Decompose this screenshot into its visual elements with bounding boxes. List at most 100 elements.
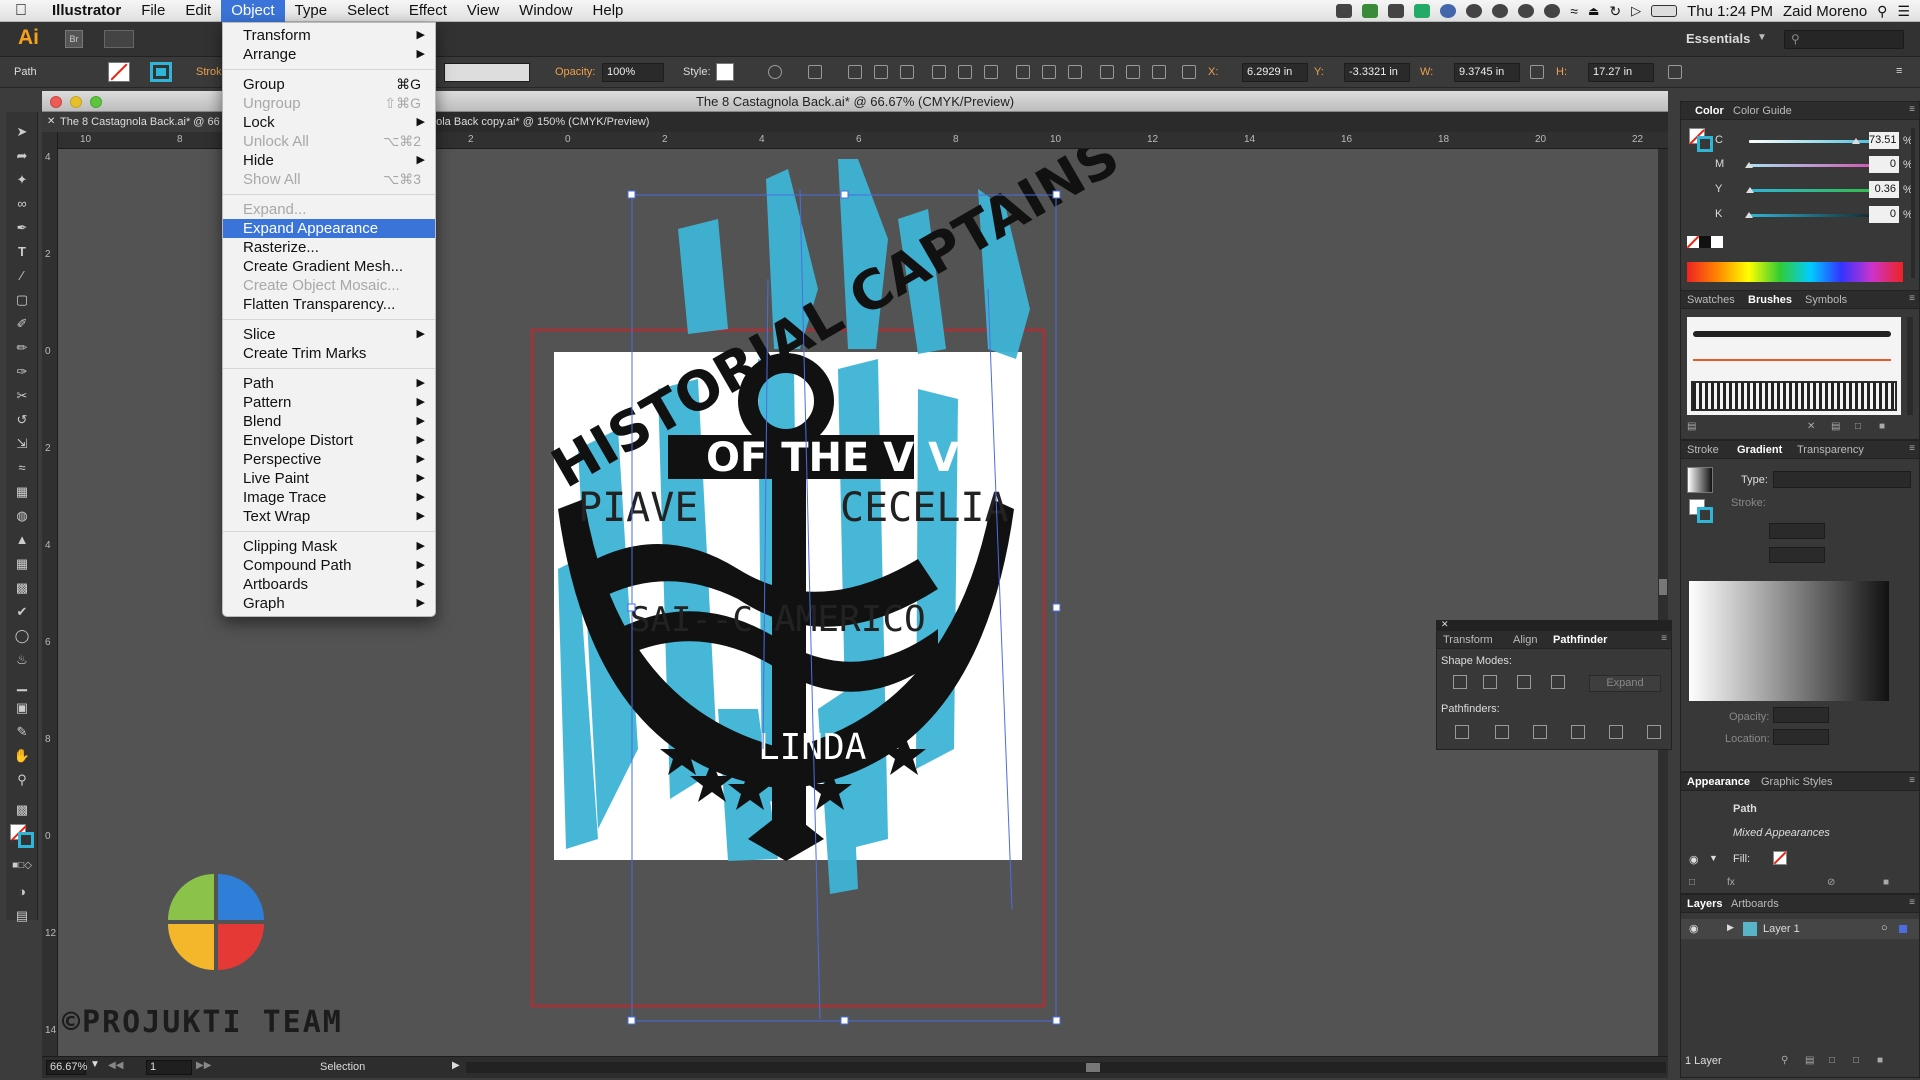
menu-item-artboards[interactable]: Artboards ▶ xyxy=(223,575,435,594)
resize-handle[interactable] xyxy=(627,1016,636,1025)
resize-handle[interactable] xyxy=(627,190,636,199)
notification-icon[interactable]: ☰ xyxy=(1897,3,1910,20)
horizontal-scroll-thumb[interactable] xyxy=(1086,1063,1100,1072)
trim-icon[interactable] xyxy=(1495,725,1509,739)
help-search-input[interactable]: ⚲ xyxy=(1784,30,1904,49)
selection-indicator[interactable] xyxy=(1899,925,1907,933)
menu-item-transform[interactable]: Transform ▶ xyxy=(223,26,435,45)
menu-item-flatten-transparency[interactable]: Flatten Transparency... xyxy=(223,295,435,314)
menu-select[interactable]: Select xyxy=(337,0,399,22)
artboard-field[interactable]: 1 xyxy=(146,1060,192,1075)
menu-item-live-paint[interactable]: Live Paint ▶ xyxy=(223,469,435,488)
brush-item-selected[interactable] xyxy=(1691,381,1897,411)
menu-type[interactable]: Type xyxy=(285,0,338,22)
stop-opacity-field[interactable] xyxy=(1773,707,1829,723)
delete-layer-icon[interactable]: ■ xyxy=(1877,1055,1883,1066)
menu-object[interactable]: Object xyxy=(221,0,285,22)
brush-definition-field[interactable] xyxy=(444,63,530,82)
tab-document-1[interactable]: ✕ The 8 Castagnola Back.ai* @ 66 xyxy=(42,112,238,132)
delete-brush-icon[interactable]: ■ xyxy=(1879,421,1885,432)
expand-triangle-icon[interactable]: ▶ xyxy=(1727,922,1734,933)
close-window-button[interactable] xyxy=(50,96,62,108)
panel-menu-icon[interactable]: ≡ xyxy=(1896,65,1910,79)
brush-list[interactable] xyxy=(1687,317,1901,415)
cloud-icon[interactable] xyxy=(1466,4,1483,18)
menu-item-pattern[interactable]: Pattern ▶ xyxy=(223,393,435,412)
tab-transform[interactable]: Transform xyxy=(1443,634,1493,646)
expand-button[interactable]: Expand xyxy=(1589,675,1661,692)
menu-item-rasterize[interactable]: Rasterize... xyxy=(223,238,435,257)
menu-item-lock[interactable]: Lock ▶ xyxy=(223,113,435,132)
distribute-right-icon[interactable] xyxy=(1152,65,1166,79)
paintbrush-tool-icon[interactable]: ✐ xyxy=(11,314,33,334)
menu-help[interactable]: Help xyxy=(583,0,634,22)
selection-tool-icon[interactable]: ➤ xyxy=(11,122,33,142)
align-left-icon[interactable] xyxy=(848,65,862,79)
color-spectrum[interactable] xyxy=(1687,262,1903,282)
merge-icon[interactable] xyxy=(1533,725,1547,739)
tab-transparency[interactable]: Transparency xyxy=(1797,444,1864,456)
sync-icon[interactable]: ↻ xyxy=(1609,3,1621,20)
cyan-value[interactable]: 73.51 xyxy=(1869,132,1899,149)
tab-layers[interactable]: Layers xyxy=(1687,898,1722,910)
align-bottom-icon[interactable] xyxy=(984,65,998,79)
none-swatch[interactable] xyxy=(1686,235,1700,249)
gradient-tool-icon[interactable]: ▩ xyxy=(11,578,33,598)
distribute-left-icon[interactable] xyxy=(1100,65,1114,79)
divide-icon[interactable] xyxy=(1455,725,1469,739)
gradient-angle-field[interactable] xyxy=(1769,523,1825,539)
default-colors-icon[interactable]: ▩ xyxy=(11,800,33,820)
tab-align[interactable]: Align xyxy=(1513,634,1537,646)
menu-item-path[interactable]: Path ▶ xyxy=(223,374,435,393)
exclude-icon[interactable] xyxy=(1551,675,1565,689)
slider-thumb-c[interactable] xyxy=(1852,138,1861,144)
workspace-switcher[interactable]: Essentials xyxy=(1686,31,1750,46)
menu-item-create-gradient-mesh[interactable]: Create Gradient Mesh... xyxy=(223,257,435,276)
screen-mode-icon[interactable]: ▤ xyxy=(11,906,33,926)
make-clipping-mask-icon[interactable]: ▤ xyxy=(1805,1055,1814,1066)
zoom-tool-icon[interactable]: ⚲ xyxy=(11,770,33,790)
panel-menu-icon[interactable]: ≡ xyxy=(1909,293,1915,304)
horizontal-scrollbar[interactable] xyxy=(466,1062,1666,1073)
bridge-button[interactable]: Br xyxy=(65,30,83,48)
color-panel-scrollbar[interactable] xyxy=(1911,128,1915,278)
skype-icon[interactable] xyxy=(1440,4,1457,18)
vertical-scroll-thumb[interactable] xyxy=(1659,579,1667,595)
column-graph-tool-icon[interactable]: ▁ xyxy=(11,674,33,694)
width-tool-icon[interactable]: ≈ xyxy=(11,458,33,478)
y-field[interactable]: -3.3321 in xyxy=(1344,63,1410,82)
tab-close-icon[interactable]: ✕ xyxy=(47,112,55,132)
new-layer-icon[interactable]: □ xyxy=(1853,1055,1859,1066)
spotlight-icon[interactable]: ⚲ xyxy=(1877,3,1887,20)
tab-artboards[interactable]: Artboards xyxy=(1731,898,1779,910)
stroke-box[interactable] xyxy=(18,832,34,848)
menu-item-envelope-distort[interactable]: Envelope Distort ▶ xyxy=(223,431,435,450)
recolor-artwork-icon[interactable] xyxy=(768,65,782,79)
mesh-tool-icon[interactable]: ▦ xyxy=(11,554,33,574)
clear-appearance-icon[interactable]: ⊘ xyxy=(1827,877,1835,888)
locate-object-icon[interactable]: ⚲ xyxy=(1781,1055,1788,1066)
menu-item-perspective[interactable]: Perspective ▶ xyxy=(223,450,435,469)
next-artboard-icon[interactable]: ▶▶ xyxy=(196,1060,211,1071)
minus-back-icon[interactable] xyxy=(1647,725,1661,739)
slider-thumb-m[interactable] xyxy=(1745,162,1753,168)
resize-handle[interactable] xyxy=(840,1016,849,1025)
scissors-tool-icon[interactable]: ✂ xyxy=(11,386,33,406)
whatsapp-icon[interactable] xyxy=(1518,4,1535,18)
fill-swatch[interactable] xyxy=(108,62,130,82)
resize-handle[interactable] xyxy=(1052,1016,1061,1025)
panel-menu-icon[interactable]: ≡ xyxy=(1909,897,1915,908)
visibility-eye-icon[interactable]: ◉ xyxy=(1689,922,1699,935)
selection-align-icon[interactable] xyxy=(808,65,822,79)
tab-graphic-styles[interactable]: Graphic Styles xyxy=(1761,776,1833,788)
layer-name[interactable]: Layer 1 xyxy=(1763,923,1800,935)
tab-gradient[interactable]: Gradient xyxy=(1737,444,1782,456)
tab-symbols[interactable]: Symbols xyxy=(1805,294,1847,306)
height-field[interactable]: 17.27 in xyxy=(1588,63,1654,82)
quick-colors[interactable] xyxy=(1686,235,1723,249)
slider-thumb-y[interactable] xyxy=(1745,187,1754,193)
menu-item-arrange[interactable]: Arrange ▶ xyxy=(223,45,435,64)
delete-item-icon[interactable]: ■ xyxy=(1883,877,1889,888)
brush-libraries-icon[interactable]: ▤ xyxy=(1687,421,1696,432)
lasso-tool-icon[interactable]: ∞ xyxy=(11,194,33,214)
